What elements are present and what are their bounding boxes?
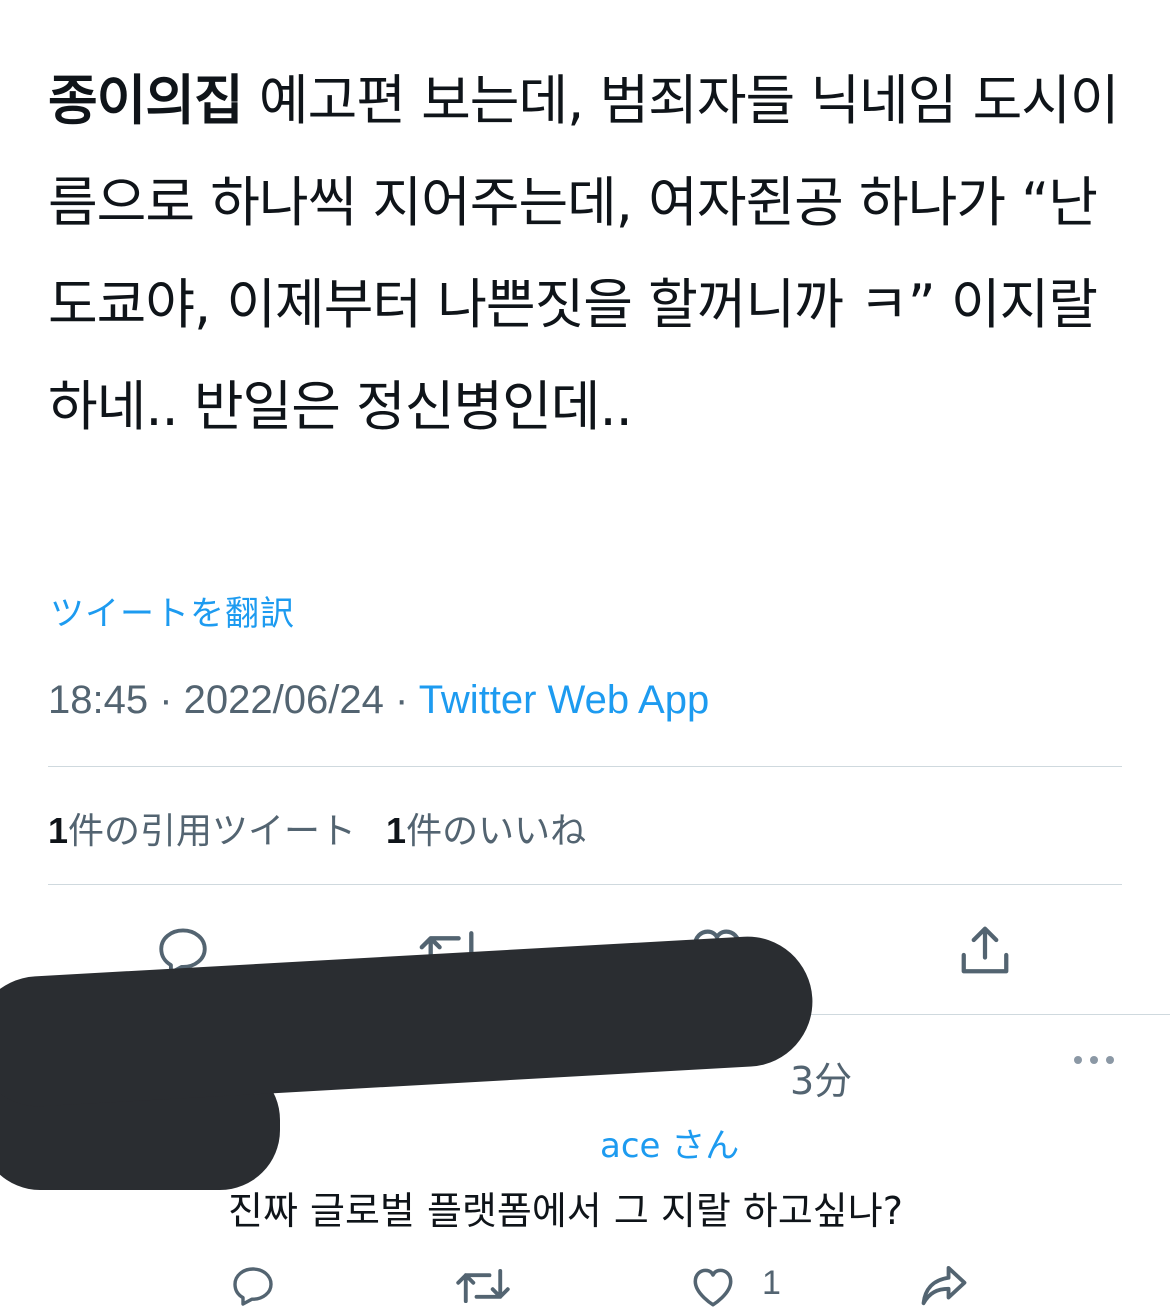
- divider: [48, 884, 1122, 885]
- reply-text: 진짜 글로벌 플랫폼에서 그 지랄 하고싶나?: [228, 1189, 903, 1233]
- share-forward-icon[interactable]: [916, 1260, 972, 1310]
- divider: [48, 766, 1122, 767]
- translate-tweet-link[interactable]: ツイートを翻訳: [50, 586, 295, 635]
- meta-separator: ·: [148, 678, 184, 722]
- tweet-time: 18:45: [48, 678, 149, 722]
- reply-icon[interactable]: [228, 1262, 278, 1310]
- tweet-stats: 1件の引用ツイート 1件のいいね: [48, 802, 586, 854]
- more-options-icon[interactable]: [1072, 1052, 1116, 1072]
- tweet-bold-lead: 종이의집: [48, 69, 244, 132]
- likes-stat[interactable]: 1件のいいね: [386, 802, 586, 854]
- like-count: 1: [386, 810, 407, 851]
- redaction-mark: [0, 933, 816, 1110]
- meta-separator: ·: [383, 678, 419, 722]
- reply-time-ago: 3分: [790, 1059, 853, 1103]
- quote-label: 件の引用ツイート: [68, 811, 357, 852]
- quote-tweets-stat[interactable]: 1件の引用ツイート: [48, 802, 356, 854]
- tweet-text: 종이의집 예고편 보는데, 범죄자들 닉네임 도시이름으로 하나씩 지어주는데,…: [48, 50, 1128, 458]
- heart-icon[interactable]: [688, 1262, 738, 1310]
- share-icon[interactable]: [954, 920, 1016, 980]
- tweet-date: 2022/06/24: [183, 678, 384, 722]
- like-label: 件のいいね: [406, 811, 587, 852]
- retweet-icon[interactable]: [455, 1262, 511, 1310]
- quote-count: 1: [48, 810, 69, 851]
- reply-to-handle[interactable]: ace さん: [600, 1118, 739, 1167]
- reply-like-count: 1: [762, 1264, 781, 1302]
- tweet-meta: 18:45 · 2022/06/24 · Twitter Web App: [48, 678, 709, 723]
- source-app-link[interactable]: Twitter Web App: [419, 678, 710, 722]
